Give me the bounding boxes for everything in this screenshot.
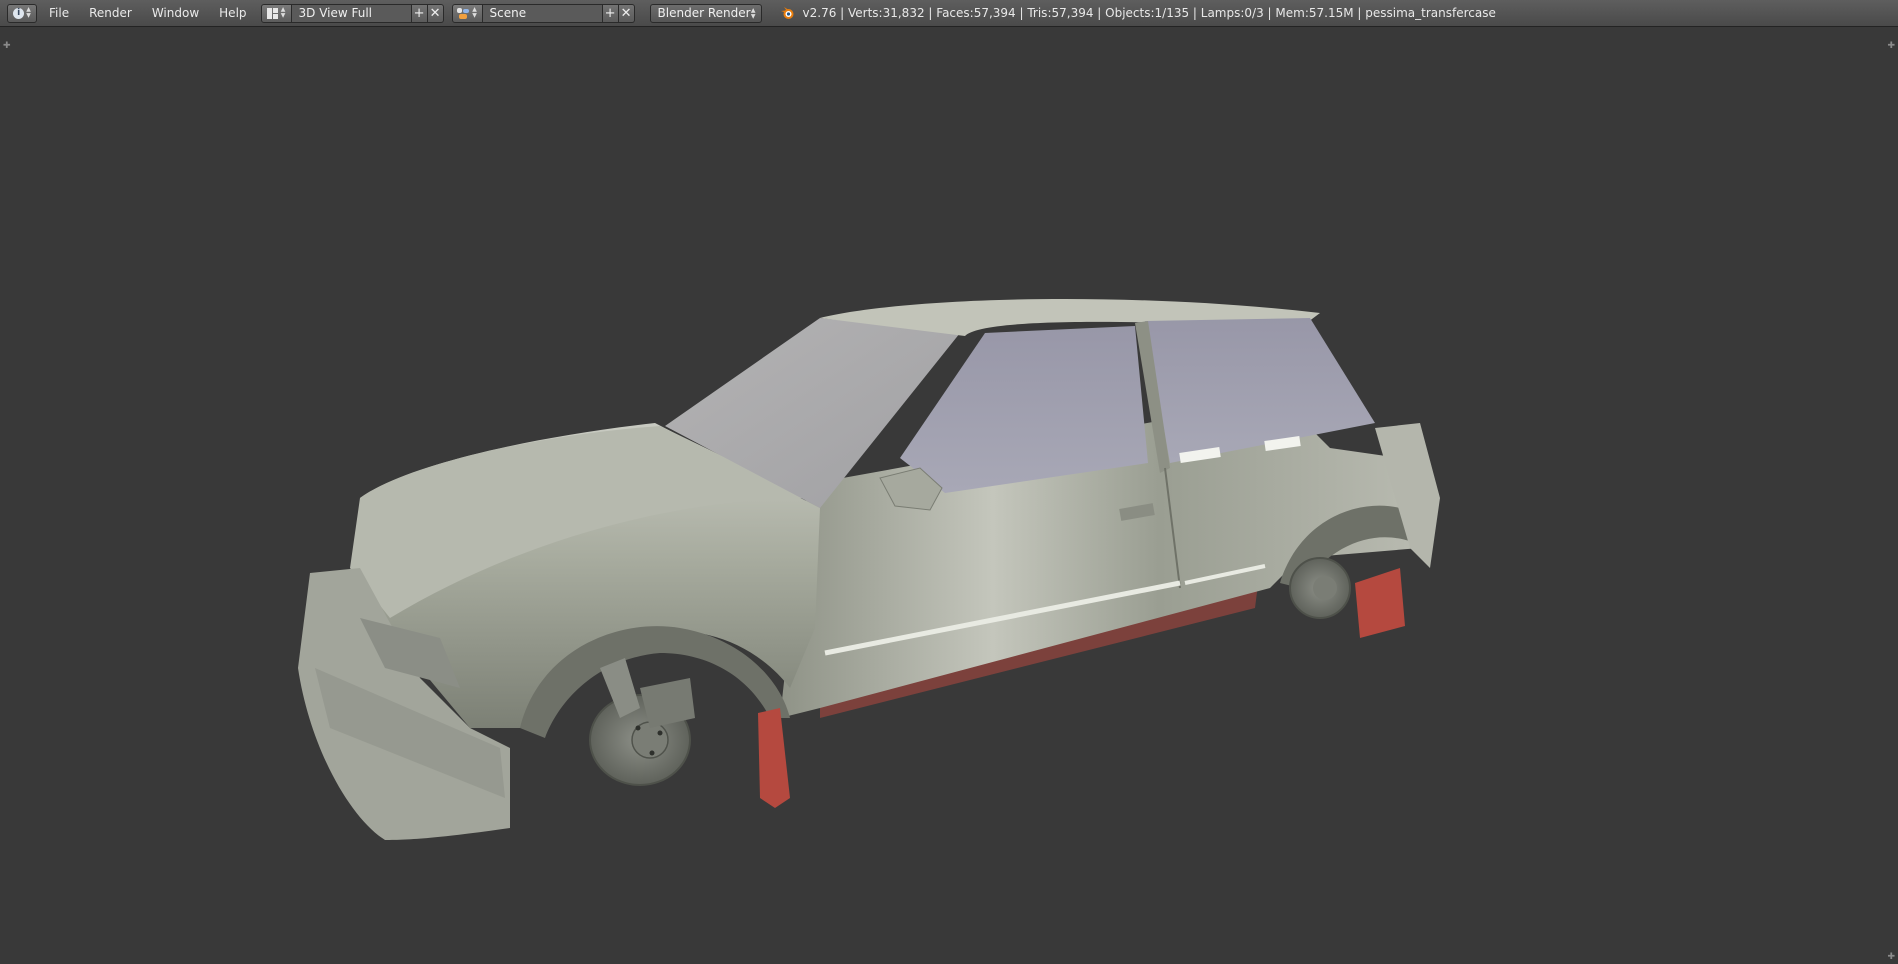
main-menu: File Render Window Help <box>49 6 257 20</box>
info-header: i ▲ ▼ File Render Window Help ▲ ▼ 3D View … <box>0 0 1898 27</box>
render-engine-dropdown[interactable]: Blender Render ▲ ▼ <box>649 3 762 23</box>
screen-layout-name-field[interactable]: 3D View Full <box>291 3 412 23</box>
scene-statistics: v2.76 | Verts:31,832 | Faces:57,394 | Tr… <box>802 6 1496 20</box>
scene-browse-button[interactable]: ▲ ▼ <box>451 3 483 23</box>
add-scene-button[interactable]: + <box>602 3 619 23</box>
close-icon: ✕ <box>620 5 632 21</box>
scene-selector: ▲ ▼ Scene + ✕ <box>451 3 635 23</box>
3d-viewport[interactable]: ✚ ✚ ✚ <box>0 28 1898 964</box>
screen-layout-selector: ▲ ▼ 3D View Full + ✕ <box>260 3 444 23</box>
blender-logo-icon <box>780 6 795 20</box>
menu-window[interactable]: Window <box>142 6 209 20</box>
screen-layout-icon <box>266 7 278 19</box>
scene-icon <box>457 7 470 19</box>
scene-name-field[interactable]: Scene <box>482 3 603 23</box>
delete-screen-layout-button[interactable]: ✕ <box>427 3 444 23</box>
screen-layout-browse-button[interactable]: ▲ ▼ <box>260 3 292 23</box>
plus-icon: + <box>413 5 425 21</box>
delete-scene-button[interactable]: ✕ <box>618 3 635 23</box>
menu-file[interactable]: File <box>49 6 79 20</box>
plus-icon: + <box>604 5 616 21</box>
close-icon: ✕ <box>429 5 441 21</box>
updown-arrows-icon: ▲ ▼ <box>26 6 31 19</box>
updown-arrows-icon: ▲ ▼ <box>472 6 477 19</box>
updown-arrows-icon: ▲ ▼ <box>750 6 756 20</box>
menu-help[interactable]: Help <box>209 6 256 20</box>
menu-render[interactable]: Render <box>79 6 142 20</box>
car-body-model[interactable] <box>0 28 1898 964</box>
editor-type-button[interactable]: i ▲ ▼ <box>7 3 37 23</box>
updown-arrows-icon: ▲ ▼ <box>280 6 286 19</box>
info-icon: i <box>13 7 25 19</box>
add-screen-layout-button[interactable]: + <box>411 3 428 23</box>
render-engine-label: Blender Render <box>657 5 751 20</box>
